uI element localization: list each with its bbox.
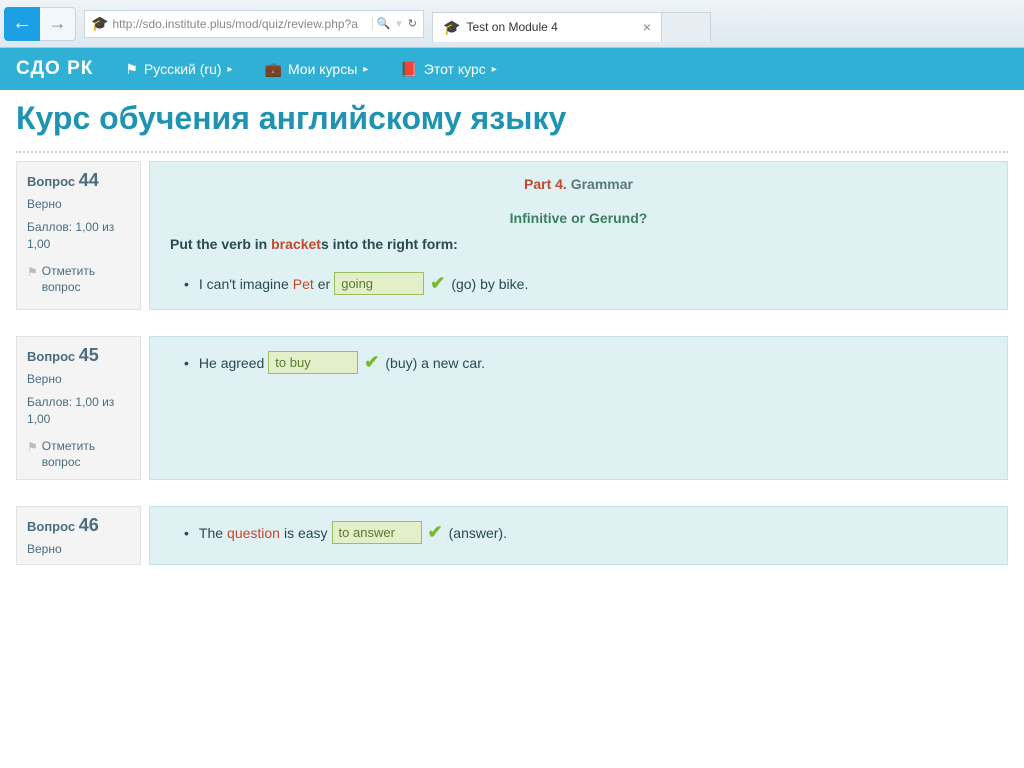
site-navbar: СДО РК ⚑ Русский (ru) ▸ 💼 Мои курсы ▸ 📕 … [0,48,1024,90]
quiz-content: Вопрос 44 Верно Баллов: 1,00 из 1,00 ⚑ О… [0,161,1024,565]
question-state: Верно [27,542,130,556]
question-state: Верно [27,197,130,211]
question-block-45: Вопрос 45 Верно Баллов: 1,00 из 1,00 ⚑ О… [16,336,1008,480]
browser-tab-active[interactable]: 🎓 Test on Module 4 × [432,12,662,42]
question-info: Вопрос 45 Верно Баллов: 1,00 из 1,00 ⚑ О… [16,336,141,480]
instruction: Put the verb in brackets into the right … [170,236,987,252]
bullet-icon: • [184,276,189,292]
correct-icon: ✔ [364,352,379,373]
question-block-46: Вопрос 46 Верно • The question is easy t… [16,506,1008,565]
question-body: • He agreed to buy ✔ (buy) a new car. [149,336,1008,480]
question-block-44: Вопрос 44 Верно Баллов: 1,00 из 1,00 ⚑ О… [16,161,1008,310]
site-icon: 🎓 [91,15,108,32]
flag-icon: ⚑ [27,439,38,456]
bullet-icon: • [184,525,189,541]
browser-chrome: ← → 🎓 http://sdo.institute.plus/mod/quiz… [0,0,1024,48]
tab-title: Test on Module 4 [466,20,636,34]
question-label: Вопрос 45 [27,345,130,366]
flag-icon: ⚑ [125,61,138,78]
question-label: Вопрос 46 [27,515,130,536]
question-state: Верно [27,372,130,386]
chevron-right-icon: ▸ [492,64,497,75]
flag-label: Отметить вопрос [42,438,130,472]
chevron-right-icon: ▸ [363,64,368,75]
new-tab-button[interactable] [661,12,711,42]
question-grade: Баллов: 1,00 из 1,00 [27,219,130,253]
flag-question[interactable]: ⚑ Отметить вопрос [27,263,130,297]
question-sentence: • The question is easy to answer ✔ (answ… [170,521,987,544]
question-body: • The question is easy to answer ✔ (answ… [149,506,1008,565]
part-heading: Part 4. Grammar [170,176,987,192]
question-body: Part 4. Grammar Infinitive or Gerund? Pu… [149,161,1008,310]
correct-icon: ✔ [428,522,443,543]
briefcase-icon: 💼 [265,61,282,78]
book-icon: 📕 [400,61,417,78]
language-menu[interactable]: ⚑ Русский (ru) ▸ [125,61,232,78]
url-text: http://sdo.institute.plus/mod/quiz/revie… [112,17,367,31]
answer-input[interactable]: going [334,272,424,295]
forward-button[interactable]: → [40,7,76,41]
address-bar[interactable]: 🎓 http://sdo.institute.plus/mod/quiz/rev… [84,10,424,38]
question-info: Вопрос 44 Верно Баллов: 1,00 из 1,00 ⚑ О… [16,161,141,310]
question-info: Вопрос 46 Верно [16,506,141,565]
page-header: Курс обучения английскому языку [0,90,1024,143]
url-controls: 🔍 ▾ ↻ [372,17,417,30]
flag-label: Отметить вопрос [42,263,130,297]
language-label: Русский (ru) [144,61,222,77]
tab-favicon: 🎓 [443,19,460,36]
refresh-icon[interactable]: ↻ [408,17,417,30]
page-title: Курс обучения английскому языку [16,100,1008,137]
brand-logo[interactable]: СДО РК [16,58,93,80]
question-sentence: • He agreed to buy ✔ (buy) a new car. [170,351,987,374]
answer-input[interactable]: to answer [332,521,422,544]
back-button[interactable]: ← [4,7,40,41]
close-icon[interactable]: × [643,19,651,35]
bullet-icon: • [184,355,189,371]
subheading: Infinitive or Gerund? [170,210,987,226]
my-courses-label: Мои курсы [288,61,357,77]
divider [16,151,1008,153]
this-course-label: Этот курс [424,61,486,77]
chevron-right-icon: ▸ [228,64,233,75]
question-label: Вопрос 44 [27,170,130,191]
my-courses-menu[interactable]: 💼 Мои курсы ▸ [265,61,369,78]
correct-icon: ✔ [430,273,445,294]
this-course-menu[interactable]: 📕 Этот курс ▸ [400,61,496,78]
question-sentence: • I can't imagine Peter going ✔ (go) by … [170,272,987,295]
answer-input[interactable]: to buy [268,351,358,374]
search-icon[interactable]: 🔍 [377,17,391,30]
flag-icon: ⚑ [27,264,38,281]
question-grade: Баллов: 1,00 из 1,00 [27,394,130,428]
flag-question[interactable]: ⚑ Отметить вопрос [27,438,130,472]
